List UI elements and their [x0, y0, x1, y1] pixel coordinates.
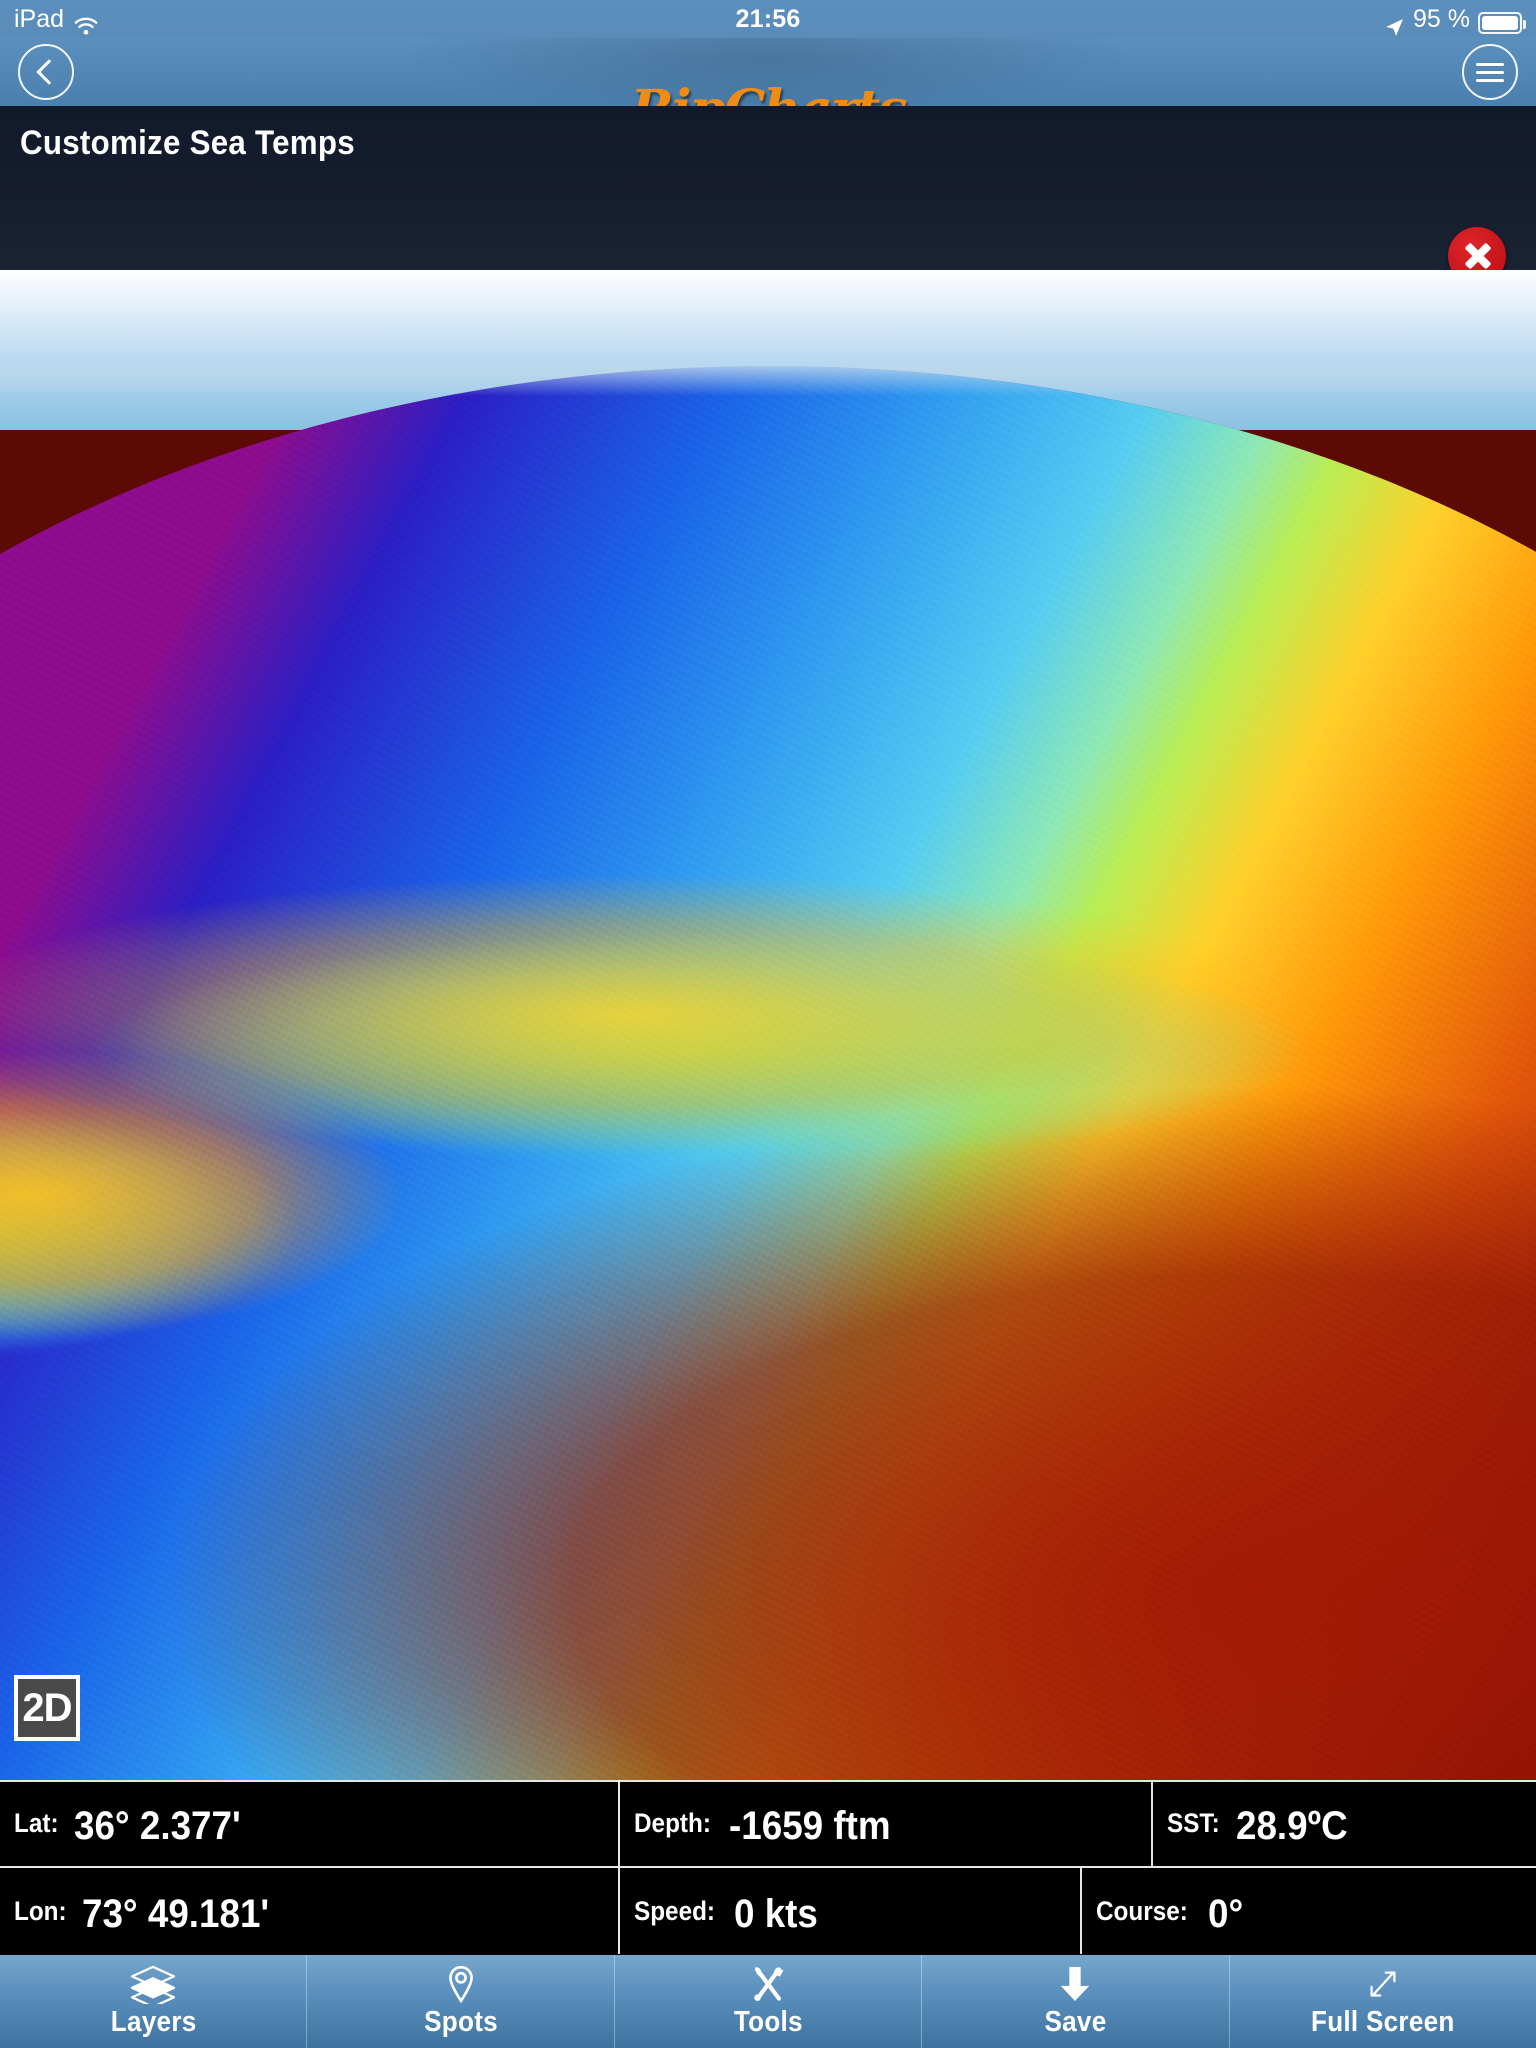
readout-lat-value: 36° 2.377' [73, 1803, 241, 1848]
readout-lon: Lon: 73° 49.181' [0, 1868, 620, 1954]
readout-sst-value: 28.9ºC [1235, 1803, 1348, 1848]
hamburger-menu-icon [1476, 58, 1504, 87]
status-bar-right: 95 % [1383, 0, 1526, 38]
sst-map-canvas[interactable]: 2D [0, 270, 1536, 1780]
location-arrow-icon [1383, 11, 1405, 36]
toolbar-item-layers[interactable]: Layers [0, 1955, 308, 2048]
toolbar-label-tools: Tools [733, 2006, 803, 2038]
status-bar-clock: 21:56 [735, 5, 801, 33]
nav-bar: RipCharts [0, 38, 1536, 140]
sst-globe-surface [0, 366, 1536, 1780]
close-x-icon [1460, 239, 1494, 273]
toolbar-item-save[interactable]: Save [922, 1955, 1230, 2048]
menu-button[interactable] [1462, 44, 1518, 100]
toolbar-label-full-screen: Full Screen [1310, 2006, 1455, 2038]
readout-row-1: Lat: 36° 2.377' Depth: -1659 ftm SST: 28… [0, 1780, 1536, 1866]
readout-speed: Speed: 0 kts [620, 1868, 1082, 1954]
readout-depth: Depth: -1659 ftm [620, 1780, 1153, 1866]
panel-title: Customize Sea Temps [20, 124, 355, 162]
toolbar-label-save: Save [1044, 2006, 1107, 2038]
tools-icon [748, 1964, 788, 2004]
back-button[interactable] [18, 44, 74, 100]
customize-sea-temps-panel: Customize Sea Temps 10° 20° 30° 21 28 [0, 106, 1536, 426]
readout-sst-label: SST: [1167, 1807, 1220, 1838]
toolbar-label-layers: Layers [110, 2006, 197, 2038]
toolbar-item-full-screen[interactable]: Full Screen [1230, 1955, 1536, 2048]
readout-course: Course: 0° [1082, 1868, 1536, 1954]
download-arrow-icon [1058, 1964, 1092, 2004]
readout-lat: Lat: 36° 2.377' [0, 1780, 620, 1866]
bottom-toolbar: Layers Spots Tools Save Full Screen [0, 1955, 1536, 2048]
navigation-readout-bar: Lat: 36° 2.377' Depth: -1659 ftm SST: 28… [0, 1780, 1536, 1955]
readout-lon-label: Lon: [14, 1895, 67, 1926]
readout-course-label: Course: [1096, 1895, 1188, 1926]
readout-course-value: 0° [1208, 1891, 1244, 1936]
readout-sst: SST: 28.9ºC [1153, 1780, 1536, 1866]
readout-lon-value: 73° 49.181' [82, 1891, 270, 1936]
chevron-left-icon [36, 59, 62, 85]
readout-lat-label: Lat: [14, 1807, 59, 1838]
toolbar-item-spots[interactable]: Spots [307, 1955, 615, 2048]
readout-depth-label: Depth: [634, 1807, 711, 1838]
toolbar-label-spots: Spots [423, 2006, 498, 2038]
map-pin-icon [446, 1964, 476, 2004]
readout-row-2: Lon: 73° 49.181' Speed: 0 kts Course: 0° [0, 1868, 1536, 1954]
view-mode-badge[interactable]: 2D [14, 1675, 80, 1741]
layers-icon [127, 1964, 179, 2004]
app-root: iPad 21:56 95 % RipChart [0, 0, 1536, 2048]
expand-arrows-icon [1362, 1964, 1404, 2004]
ios-status-bar: iPad 21:56 95 % [0, 0, 1536, 38]
battery-percent-label: 95 % [1413, 5, 1470, 33]
sst-texture-layer [0, 366, 1536, 1780]
readout-depth-value: -1659 ftm [729, 1803, 892, 1848]
readout-speed-label: Speed: [634, 1895, 716, 1926]
readout-speed-value: 0 kts [734, 1891, 818, 1936]
battery-icon [1478, 12, 1526, 34]
toolbar-item-tools[interactable]: Tools [615, 1955, 923, 2048]
